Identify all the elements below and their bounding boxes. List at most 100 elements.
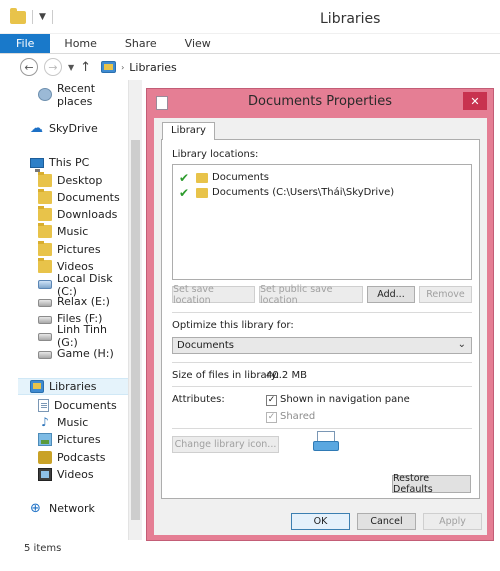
up-arrow-icon[interactable]: ↑ — [80, 60, 91, 75]
shared-checkbox[interactable]: ✓ — [266, 412, 277, 423]
nav-item-game-h[interactable]: Game (H:) — [38, 345, 128, 362]
properties-dialog: Documents Properties ✕ Library Library l… — [146, 88, 494, 541]
ok-button[interactable]: OK — [291, 513, 350, 530]
forward-button[interactable]: → — [44, 58, 62, 76]
nav-item-skydrive[interactable]: ☁ SkyDrive — [30, 120, 128, 137]
check-icon: ✔ — [178, 185, 190, 200]
nav-item-music[interactable]: Music — [38, 223, 128, 240]
tab-library[interactable]: Library — [162, 122, 215, 140]
nav-item-recent-places[interactable]: Recent places — [38, 82, 128, 108]
ribbon-tabs: File Home Share View — [0, 34, 500, 54]
item-count: 5 items — [24, 543, 62, 554]
close-button[interactable]: ✕ — [463, 92, 487, 110]
status-bar: 5 items — [0, 540, 500, 571]
nav-item-this-pc[interactable]: This PC — [30, 154, 128, 172]
dialog-body: Library Library locations: ✔ Documents ✔… — [154, 118, 487, 535]
drive-icon — [38, 299, 52, 307]
add-location-button[interactable]: Add... — [367, 286, 415, 303]
customize-toolbar-icon[interactable]: ▼ — [39, 12, 46, 22]
drive-icon — [38, 316, 52, 324]
video-icon — [38, 468, 52, 481]
podcast-icon — [38, 451, 52, 464]
drive-icon — [38, 351, 52, 359]
title-bar: ▼ Libraries — [0, 0, 500, 34]
back-button[interactable]: ← — [20, 58, 38, 76]
explorer-window: ▼ Libraries File Home Share View ← → ▼ ↑… — [0, 0, 500, 571]
folder-icon — [38, 258, 52, 273]
drive-icon — [38, 280, 52, 289]
optimize-label: Optimize this library for: — [172, 320, 294, 331]
nav-item-downloads[interactable]: Downloads — [38, 206, 128, 223]
tab-file[interactable]: File — [0, 34, 51, 53]
list-item[interactable]: ✔ Documents (C:\Users\Thái\SkyDrive) — [173, 185, 394, 200]
nav-item-network[interactable]: ⊕ Network — [30, 500, 128, 517]
library-locations-list[interactable]: ✔ Documents ✔ Documents (C:\Users\Thái\S… — [172, 164, 472, 280]
nav-scrollbar[interactable] — [128, 80, 142, 540]
separator — [51, 10, 53, 24]
nav-item-linh-tinh-g[interactable]: Linh Tinh (G:) — [38, 323, 128, 349]
nav-item-documents[interactable]: Documents — [38, 189, 128, 206]
cancel-button[interactable]: Cancel — [357, 513, 416, 530]
set-public-save-location-button[interactable]: Set public save location — [259, 284, 363, 306]
address-bar: ← → ▼ ↑ › Libraries — [0, 54, 500, 80]
library-locations-label: Library locations: — [172, 149, 259, 160]
nav-item-libraries[interactable]: Libraries — [18, 378, 128, 395]
attributes-label: Attributes: — [172, 394, 225, 405]
folder-icon[interactable] — [10, 7, 26, 24]
folder-icon — [38, 172, 52, 187]
address-field[interactable]: › Libraries — [97, 61, 177, 74]
navigation-pane-checkbox[interactable]: ✓ — [266, 395, 277, 406]
chevron-down-icon: ⌄ — [457, 339, 466, 350]
apply-button[interactable]: Apply — [423, 513, 482, 530]
tab-home[interactable]: Home — [50, 34, 110, 53]
nav-item-local-disk-c[interactable]: Local Disk (C:) — [38, 272, 128, 298]
window-title: Libraries — [320, 11, 381, 27]
library-tab-panel: Library locations: ✔ Documents ✔ Documen… — [161, 139, 480, 499]
quick-access-toolbar: ▼ — [10, 7, 53, 24]
nav-item-lib-videos[interactable]: Videos — [38, 466, 128, 483]
nav-item-lib-documents[interactable]: Documents — [38, 397, 128, 414]
divider — [172, 386, 472, 387]
divider — [172, 362, 472, 363]
remove-location-button[interactable]: Remove — [419, 286, 472, 303]
size-value: 40.2 MB — [266, 370, 307, 381]
recent-icon — [38, 88, 52, 101]
folder-icon — [38, 206, 52, 221]
library-icon — [101, 61, 117, 73]
folder-icon — [38, 241, 52, 256]
computer-icon — [30, 157, 44, 172]
shared-label: Shared — [280, 411, 316, 422]
size-label: Size of files in library: — [172, 370, 280, 381]
folder-icon — [196, 172, 208, 183]
documents-icon — [38, 399, 49, 412]
set-save-location-button[interactable]: Set save location — [172, 284, 255, 306]
nav-item-desktop[interactable]: Desktop — [38, 172, 128, 189]
list-item[interactable]: ✔ Documents — [173, 170, 269, 185]
nav-item-lib-podcasts[interactable]: Podcasts — [38, 449, 128, 466]
default-save-check-icon: ✔ — [178, 170, 190, 185]
address-text: Libraries — [129, 60, 177, 74]
change-library-icon-button[interactable]: Change library icon... — [172, 436, 279, 453]
nav-item-lib-music[interactable]: ♪ Music — [38, 414, 128, 431]
drive-icon — [38, 333, 52, 341]
pictures-icon — [38, 433, 52, 446]
nav-item-pictures[interactable]: Pictures — [38, 241, 128, 258]
folder-icon — [196, 187, 208, 198]
nav-item-lib-pictures[interactable]: Pictures — [38, 431, 128, 448]
scroll-thumb[interactable] — [131, 140, 140, 520]
cloud-icon: ☁ — [30, 121, 43, 136]
recent-locations-icon[interactable]: ▼ — [68, 63, 74, 72]
chevron-right-icon[interactable]: › — [121, 63, 124, 72]
divider — [172, 312, 472, 313]
music-icon: ♪ — [41, 415, 49, 429]
tab-share[interactable]: Share — [111, 34, 171, 53]
restore-defaults-button[interactable]: Restore Defaults — [392, 473, 471, 495]
navigation-pane-label: Shown in navigation pane — [280, 394, 410, 405]
tab-view[interactable]: View — [171, 34, 225, 53]
nav-item-relax-e[interactable]: Relax (E:) — [38, 293, 128, 310]
folder-icon — [38, 223, 52, 238]
navigation-pane: Recent places ☁ SkyDrive This PC Desktop … — [0, 80, 128, 540]
divider — [172, 428, 472, 429]
network-icon: ⊕ — [30, 501, 41, 516]
optimize-select[interactable]: Documents ⌄ — [172, 337, 472, 354]
